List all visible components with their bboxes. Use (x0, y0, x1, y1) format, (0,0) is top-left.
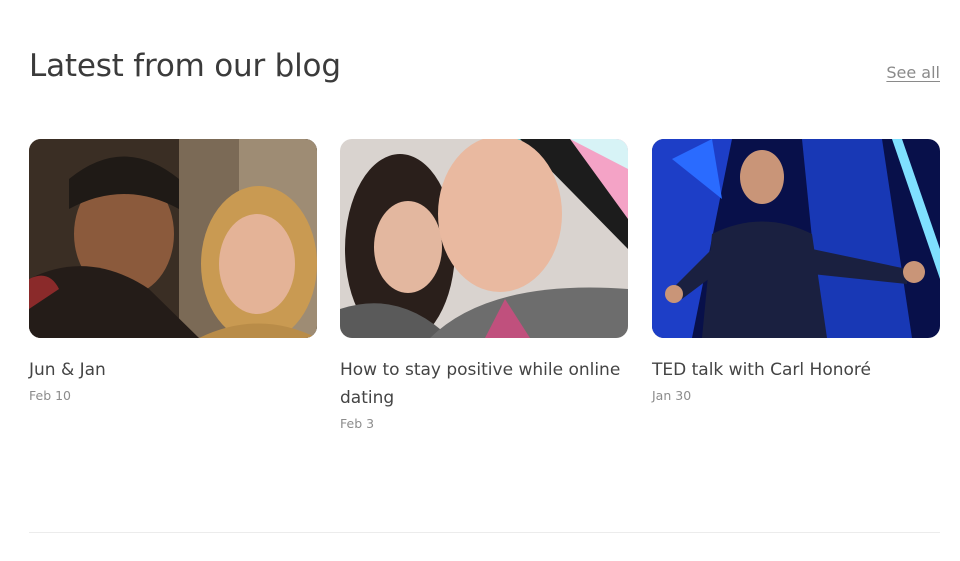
blog-card-image[interactable] (652, 139, 940, 338)
blog-card-title[interactable]: Jun & Jan (29, 356, 317, 384)
blog-card-image[interactable] (29, 139, 317, 338)
smiling-couple-photo (340, 139, 628, 338)
blog-card[interactable]: Jun & Jan Feb 10 (29, 139, 317, 403)
section-divider (29, 532, 940, 533)
see-all-link[interactable]: See all (886, 63, 940, 82)
blog-card[interactable]: How to stay positive while online dating… (340, 139, 628, 431)
blog-card-title[interactable]: How to stay positive while online dating (340, 356, 628, 412)
blog-card[interactable]: TED talk with Carl Honoré Jan 30 (652, 139, 940, 403)
blog-card-date: Jan 30 (652, 388, 692, 403)
couple-selfie-photo (29, 139, 317, 338)
blog-card-date: Feb 3 (340, 416, 375, 431)
section-heading: Latest from our blog (29, 48, 341, 84)
blog-section: Latest from our blog See all Jun & Jan F… (0, 0, 960, 561)
speaker-on-stage-photo (652, 139, 940, 338)
blog-card-title[interactable]: TED talk with Carl Honoré (652, 356, 940, 384)
blog-card-image[interactable] (340, 139, 628, 338)
blog-card-date: Feb 10 (29, 388, 72, 403)
